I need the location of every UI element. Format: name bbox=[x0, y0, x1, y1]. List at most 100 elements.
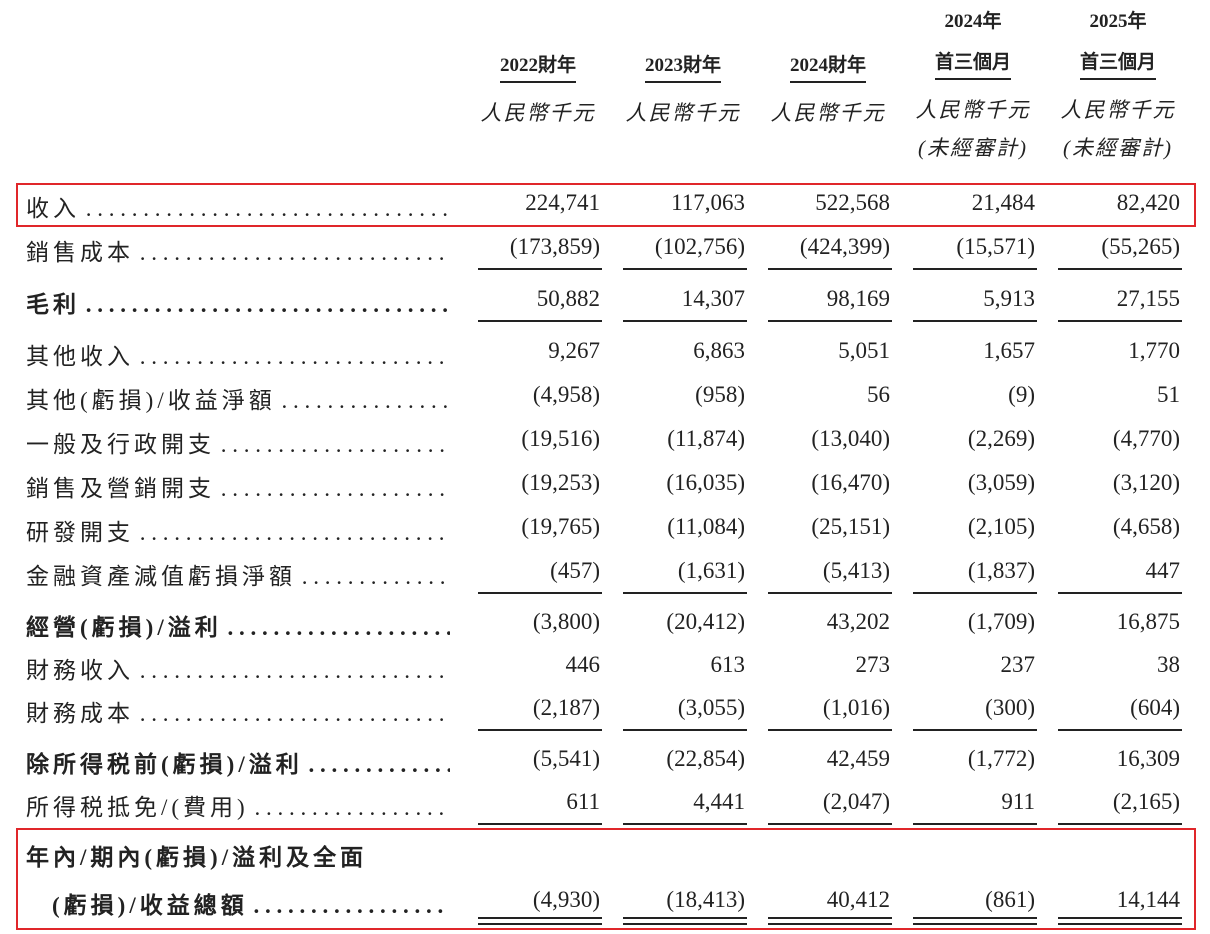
col-header-2025-q1: 2025年 首三個月 人民幣千元 (未經審計) bbox=[1043, 6, 1193, 162]
row-gross-profit: 毛利 50,882 14,307 98,169 5,913 27,155 bbox=[0, 279, 1210, 323]
cell-value: (11,084) bbox=[667, 514, 745, 539]
cell-value: 4,441 bbox=[693, 789, 745, 814]
subtotal-rule bbox=[913, 592, 1037, 594]
cell-value: (604) bbox=[1130, 695, 1180, 720]
cell-value: 27,155 bbox=[1116, 286, 1180, 311]
cell-value: (2,105) bbox=[967, 514, 1035, 539]
cell-value: (2,165) bbox=[1112, 789, 1180, 814]
cell-value: (3,055) bbox=[677, 695, 745, 720]
row-finance-costs: 財務成本 (2,187) (3,055) (1,016) (300) (604) bbox=[0, 688, 1210, 732]
row-label: 除所得税前(虧損)/溢利 bbox=[26, 745, 450, 779]
cell-value: (19,765) bbox=[521, 514, 600, 539]
col-year: 首三個月 bbox=[934, 47, 1011, 80]
cell-value: (5,541) bbox=[532, 746, 600, 771]
subtotal-rule bbox=[1058, 320, 1182, 322]
cell-value: (2,047) bbox=[822, 789, 890, 814]
col-currency: 人民幣千元 bbox=[480, 101, 596, 125]
cell-value: (13,040) bbox=[811, 426, 890, 451]
cell-value: 613 bbox=[710, 652, 746, 677]
cell-value: (173,859) bbox=[509, 234, 600, 259]
cell-value: 447 bbox=[1145, 558, 1181, 583]
row-rnd-expenses: 研發開支 (19,765) (11,084) (25,151) (2,105) … bbox=[0, 507, 1210, 551]
total-double-rule bbox=[1058, 917, 1182, 925]
row-label: 財務收入 bbox=[26, 651, 450, 685]
subtotal-rule bbox=[623, 268, 747, 270]
col-header-2023: 2023財年 人民幣千元 bbox=[608, 50, 758, 127]
subtotal-rule bbox=[478, 320, 602, 322]
cell-value: 9,267 bbox=[548, 338, 600, 363]
cell-value: (4,958) bbox=[532, 382, 600, 407]
col-year: 2024財年 bbox=[789, 50, 866, 83]
cell-value: 611 bbox=[566, 789, 600, 814]
cell-value: (424,399) bbox=[799, 234, 890, 259]
cell-value: (19,516) bbox=[521, 426, 600, 451]
cell-value: 1,770 bbox=[1128, 338, 1180, 363]
subtotal-rule bbox=[478, 823, 602, 825]
cell-value: 6,863 bbox=[693, 338, 745, 363]
cell-value: (20,412) bbox=[666, 609, 745, 634]
cell-value: 273 bbox=[855, 652, 891, 677]
cell-value: (300) bbox=[985, 695, 1035, 720]
cell-value: (1,837) bbox=[967, 558, 1035, 583]
cell-value: (9) bbox=[1008, 382, 1035, 407]
subtotal-rule bbox=[623, 320, 747, 322]
row-label: 財務成本 bbox=[26, 694, 450, 728]
row-label: 銷售及營銷開支 bbox=[26, 469, 450, 503]
row-label: (虧損)/收益總額 bbox=[52, 886, 450, 920]
subtotal-rule bbox=[478, 592, 602, 594]
subtotal-rule bbox=[768, 592, 892, 594]
cell-value: (5,413) bbox=[822, 558, 890, 583]
cell-value: 42,459 bbox=[826, 746, 890, 771]
cell-value: (16,035) bbox=[666, 470, 745, 495]
cell-value: (22,854) bbox=[666, 746, 745, 771]
row-label: 一般及行政開支 bbox=[26, 425, 450, 459]
cell-value: (25,151) bbox=[811, 514, 890, 539]
cell-value: (3,120) bbox=[1112, 470, 1180, 495]
cell-value: 522,568 bbox=[815, 190, 890, 215]
cell-value: 14,144 bbox=[1116, 887, 1180, 912]
subtotal-rule bbox=[623, 729, 747, 731]
subtotal-rule bbox=[913, 320, 1037, 322]
col-currency: 人民幣千元 bbox=[625, 101, 741, 125]
cell-value: (1,016) bbox=[822, 695, 890, 720]
row-label: 其他(虧損)/收益淨額 bbox=[26, 381, 450, 415]
subtotal-rule bbox=[1058, 268, 1182, 270]
cell-value: 224,741 bbox=[525, 190, 600, 215]
row-total-comprehensive-title: 年內/期內(虧損)/溢利及全面 bbox=[26, 845, 368, 870]
cell-value: 16,309 bbox=[1116, 746, 1180, 771]
row-selling-expenses: 銷售及營銷開支 (19,253) (16,035) (16,470) (3,05… bbox=[0, 463, 1210, 507]
cell-value: 38 bbox=[1157, 652, 1180, 677]
cell-value: (18,413) bbox=[666, 887, 745, 912]
subtotal-rule bbox=[913, 823, 1037, 825]
cell-value: 5,051 bbox=[838, 338, 890, 363]
cell-value: 16,875 bbox=[1116, 609, 1180, 634]
total-double-rule bbox=[768, 917, 892, 925]
cell-value: 1,657 bbox=[983, 338, 1035, 363]
cell-value: 51 bbox=[1157, 382, 1180, 407]
cell-value: 14,307 bbox=[681, 286, 745, 311]
cell-value: (15,571) bbox=[956, 234, 1035, 259]
row-label: 研發開支 bbox=[26, 513, 450, 547]
cell-value: (861) bbox=[985, 887, 1035, 912]
subtotal-rule bbox=[478, 268, 602, 270]
col-year: 2022財年 bbox=[499, 50, 576, 83]
cell-value: 82,420 bbox=[1116, 190, 1180, 215]
col-header-2024: 2024財年 人民幣千元 bbox=[753, 50, 903, 127]
row-label: 金融資產減值虧損淨額 bbox=[26, 557, 450, 591]
row-admin-expenses: 一般及行政開支 (19,516) (11,874) (13,040) (2,26… bbox=[0, 419, 1210, 463]
col-audit: (未經審計) bbox=[1063, 136, 1173, 160]
subtotal-rule bbox=[768, 268, 892, 270]
row-other-gains-losses: 其他(虧損)/收益淨額 (4,958) (958) 56 (9) 51 bbox=[0, 375, 1210, 419]
cell-value: (102,756) bbox=[654, 234, 745, 259]
total-double-rule bbox=[913, 917, 1037, 925]
row-other-income: 其他收入 9,267 6,863 5,051 1,657 1,770 bbox=[0, 331, 1210, 375]
row-label: 收入 bbox=[26, 189, 450, 223]
cell-value: (4,658) bbox=[1112, 514, 1180, 539]
cell-value: (1,631) bbox=[677, 558, 745, 583]
cell-value: 5,913 bbox=[983, 286, 1035, 311]
cell-value: (1,709) bbox=[967, 609, 1035, 634]
cell-value: 98,169 bbox=[826, 286, 890, 311]
col-currency: 人民幣千元 bbox=[1060, 98, 1176, 122]
cell-value: 50,882 bbox=[536, 286, 600, 311]
col-currency: 人民幣千元 bbox=[915, 98, 1031, 122]
